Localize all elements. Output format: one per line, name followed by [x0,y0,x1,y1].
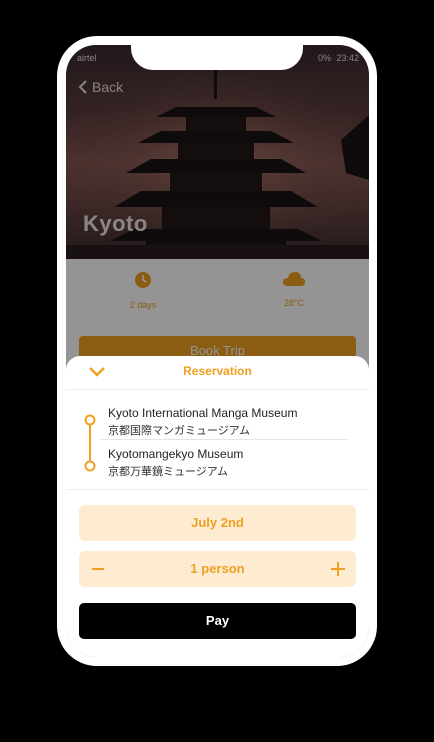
pay-button[interactable]: Pay [79,603,356,639]
plus-icon [331,562,345,576]
guest-stepper: 1 person [79,551,356,587]
app-screen: airtel 0% 23:42 Back Kyoto 2 days 28°C B [66,45,369,657]
guest-count: 1 person [190,561,245,576]
sheet-header: Reservation [66,356,369,390]
sheet-divider [66,489,369,490]
minus-icon [92,568,104,570]
decrement-button[interactable] [91,551,105,601]
increment-button[interactable] [330,551,346,601]
stop-name: Kyotomangekyo Museum [108,447,244,461]
route-stop[interactable]: Kyotomangekyo Museum 京都万華鏡ミュージアム [108,447,243,479]
route-stop[interactable]: Kyoto International Manga Museum 京都国際マンガ… [108,406,297,438]
stop-name-jp: 京都国際マンガミュージアム [108,425,251,437]
route-list: Kyoto International Manga Museum 京都国際マンガ… [66,400,369,490]
phone-notch [131,36,303,70]
date-selector[interactable]: July 2nd [79,505,356,541]
route-line-icon [84,414,96,472]
stop-name-jp: 京都万華鏡ミュージアム [108,466,229,478]
stop-name: Kyoto International Manga Museum [108,406,298,420]
sheet-title: Reservation [183,364,252,378]
stop-divider [100,439,348,440]
reservation-sheet: Reservation Kyoto International Manga Mu… [66,356,369,657]
